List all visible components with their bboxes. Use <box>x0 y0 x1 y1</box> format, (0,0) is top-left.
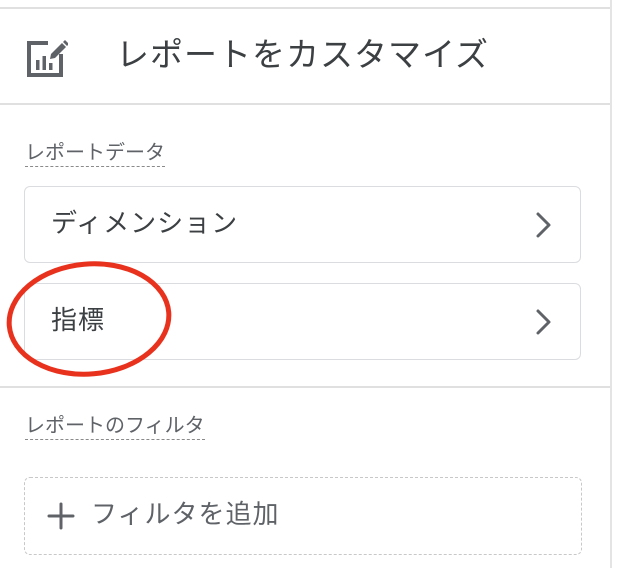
plus-icon <box>47 502 75 530</box>
dimensions-label: ディメンション <box>51 209 239 239</box>
chevron-right-icon <box>536 309 551 335</box>
page-title: レポートをカスタマイズ <box>116 35 490 74</box>
panel-header: レポートをカスタマイズ <box>0 9 610 103</box>
add-filter-label: フィルタを追加 <box>91 500 280 530</box>
right-divider <box>610 0 612 568</box>
metrics-row[interactable]: 指標 <box>24 283 581 360</box>
add-filter-button[interactable]: フィルタを追加 <box>24 477 582 555</box>
dimensions-row[interactable]: ディメンション <box>24 186 581 263</box>
chevron-right-icon <box>536 212 551 238</box>
report-edit-icon <box>27 38 68 77</box>
metrics-label: 指標 <box>51 306 106 336</box>
header-divider <box>0 103 610 105</box>
report-data-section-label: レポートデータ <box>25 139 165 167</box>
section-divider <box>0 386 610 388</box>
report-filter-section-label: レポートのフィルタ <box>25 412 205 440</box>
customize-report-panel: レポートをカスタマイズ レポートデータ ディメンション 指標 レポートのフィルタ… <box>0 0 622 568</box>
